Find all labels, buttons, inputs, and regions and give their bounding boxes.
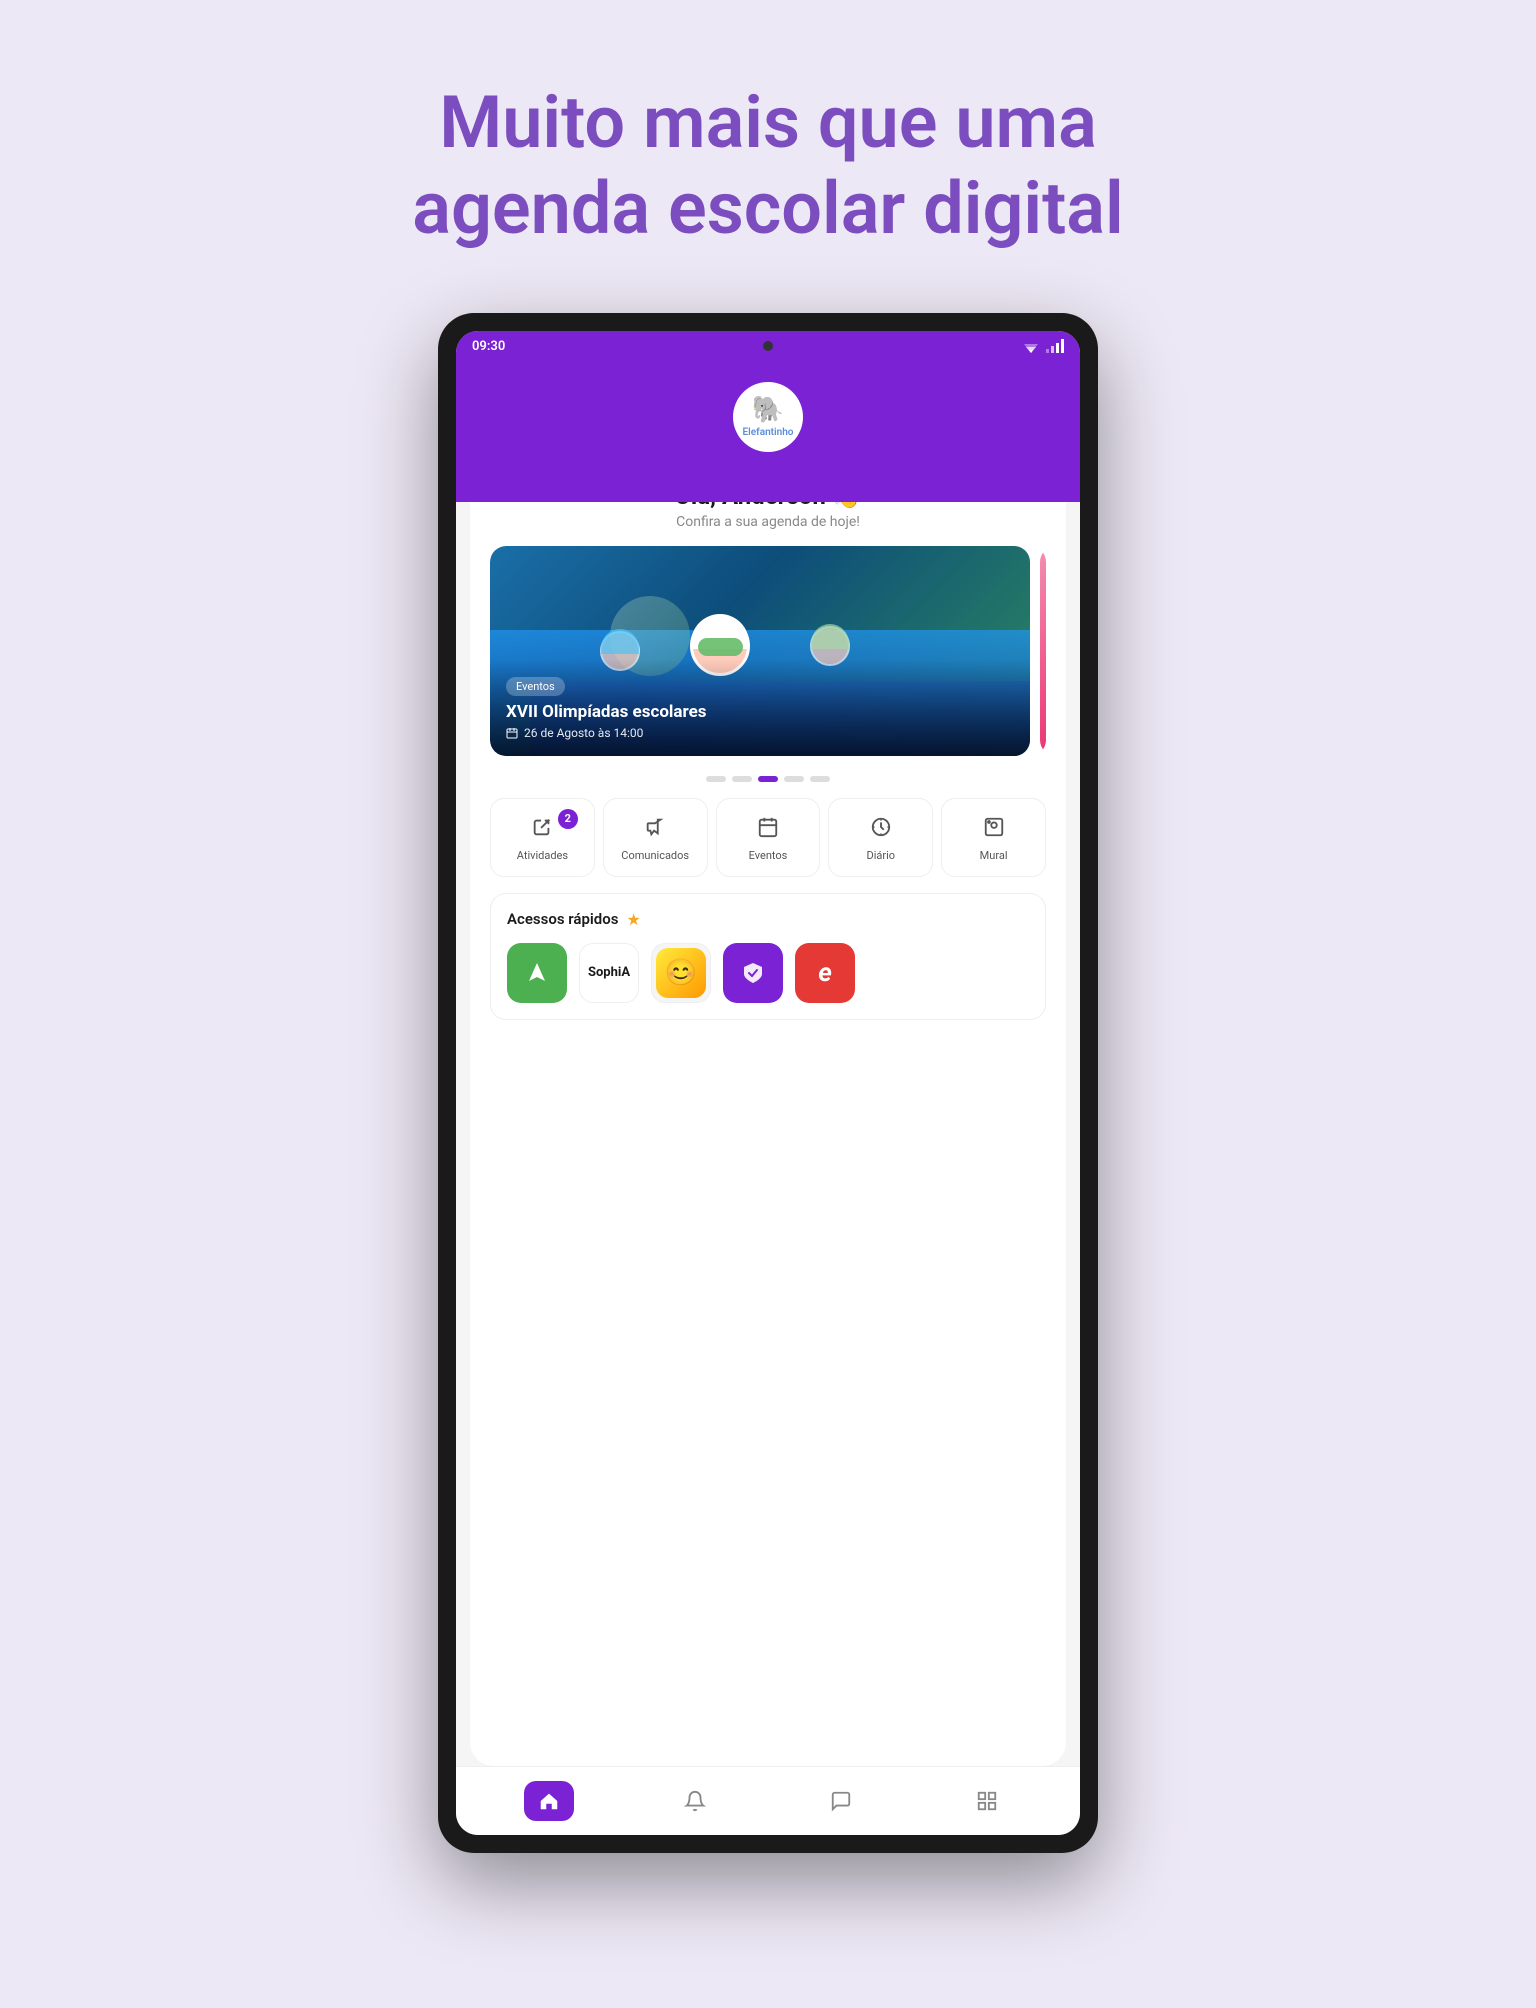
tablet-device: 09:30: [438, 313, 1098, 1853]
calendar-icon: [506, 727, 518, 739]
sophia-label: SophiA: [588, 965, 630, 980]
menu-item-atividades[interactable]: 2 Atividades: [490, 798, 595, 877]
eventos-label: Eventos: [749, 849, 788, 862]
event-tag: Eventos: [506, 677, 565, 696]
comunicados-label: Comunicados: [621, 849, 689, 862]
home-icon: [538, 1790, 560, 1812]
diario-label: Diário: [867, 849, 896, 862]
dot-3: [758, 776, 778, 782]
dot-4: [784, 776, 804, 782]
nav-grid[interactable]: [962, 1781, 1012, 1821]
menu-item-mural[interactable]: Mural: [941, 798, 1046, 877]
event-overlay: Eventos XVII Olimpíadas escolares: [490, 659, 1030, 756]
quick-access-header: Acessos rápidos ★: [507, 910, 1029, 929]
dot-1: [706, 776, 726, 782]
quick-menu: 2 Atividades: [490, 798, 1046, 877]
atividades-label: Atividades: [517, 849, 568, 862]
app-avatar[interactable]: 😊: [651, 943, 711, 1003]
greeting-subtitle: Confira a sua agenda de hoje!: [490, 514, 1046, 530]
app-arco[interactable]: [507, 943, 567, 1003]
app-e[interactable]: e: [795, 943, 855, 1003]
mural-icon: [980, 813, 1008, 841]
carousel-dots: [490, 776, 1046, 782]
shield-logo: [740, 960, 766, 986]
bottom-nav: [456, 1766, 1080, 1835]
quick-access-title: Acessos rápidos: [507, 910, 618, 928]
app-content: 🐘 Elefantinho Olá, Anderson 👋 Confira a …: [456, 362, 1080, 1766]
menu-item-diario[interactable]: Diário: [828, 798, 933, 877]
app-shield[interactable]: [723, 943, 783, 1003]
diario-icon: [867, 813, 895, 841]
event-card-partial[interactable]: [1040, 546, 1046, 756]
dot-5: [810, 776, 830, 782]
quick-access-section: Acessos rápidos ★ SophiA: [490, 893, 1046, 1020]
event-date: 26 de Agosto às 14:00: [506, 726, 1014, 740]
school-name: Elefantinho: [743, 427, 794, 438]
message-icon: [830, 1790, 852, 1812]
camera: [763, 341, 773, 351]
star-icon: ★: [626, 910, 640, 929]
page-title: Muito mais que uma agenda escolar digita…: [318, 80, 1218, 253]
eventos-icon: [754, 813, 782, 841]
mural-label: Mural: [980, 849, 1008, 862]
menu-item-eventos[interactable]: Eventos: [716, 798, 821, 877]
school-logo: 🐘 Elefantinho: [733, 382, 803, 452]
e-label: e: [818, 958, 832, 988]
event-card-main[interactable]: Eventos XVII Olimpíadas escolares: [490, 546, 1030, 756]
events-carousel[interactable]: Eventos XVII Olimpíadas escolares: [490, 546, 1046, 756]
badge-atividades: 2: [558, 809, 578, 829]
nav-notifications[interactable]: [670, 1781, 720, 1821]
comunicados-icon: [641, 813, 669, 841]
app-icons-row: SophiA 😊: [507, 943, 1029, 1003]
bell-icon: [684, 1790, 706, 1812]
atividades-icon: [528, 813, 556, 841]
nav-messages[interactable]: [816, 1781, 866, 1821]
app-header: 🐘 Elefantinho: [456, 362, 1080, 502]
grid-icon: [976, 1790, 998, 1812]
arco-logo: [523, 959, 551, 987]
menu-item-comunicados[interactable]: Comunicados: [603, 798, 708, 877]
main-card: Olá, Anderson 👋 Confira a sua agenda de …: [470, 462, 1066, 1766]
app-sophia[interactable]: SophiA: [579, 943, 639, 1003]
tablet-screen: 09:30: [456, 331, 1080, 1835]
status-time: 09:30: [472, 339, 505, 354]
signal-icon: [1046, 339, 1064, 353]
status-icons: [1022, 339, 1064, 353]
event-title: XVII Olimpíadas escolares: [506, 702, 1014, 722]
nav-home[interactable]: [524, 1781, 574, 1821]
wifi-icon: [1022, 339, 1040, 353]
dot-2: [732, 776, 752, 782]
